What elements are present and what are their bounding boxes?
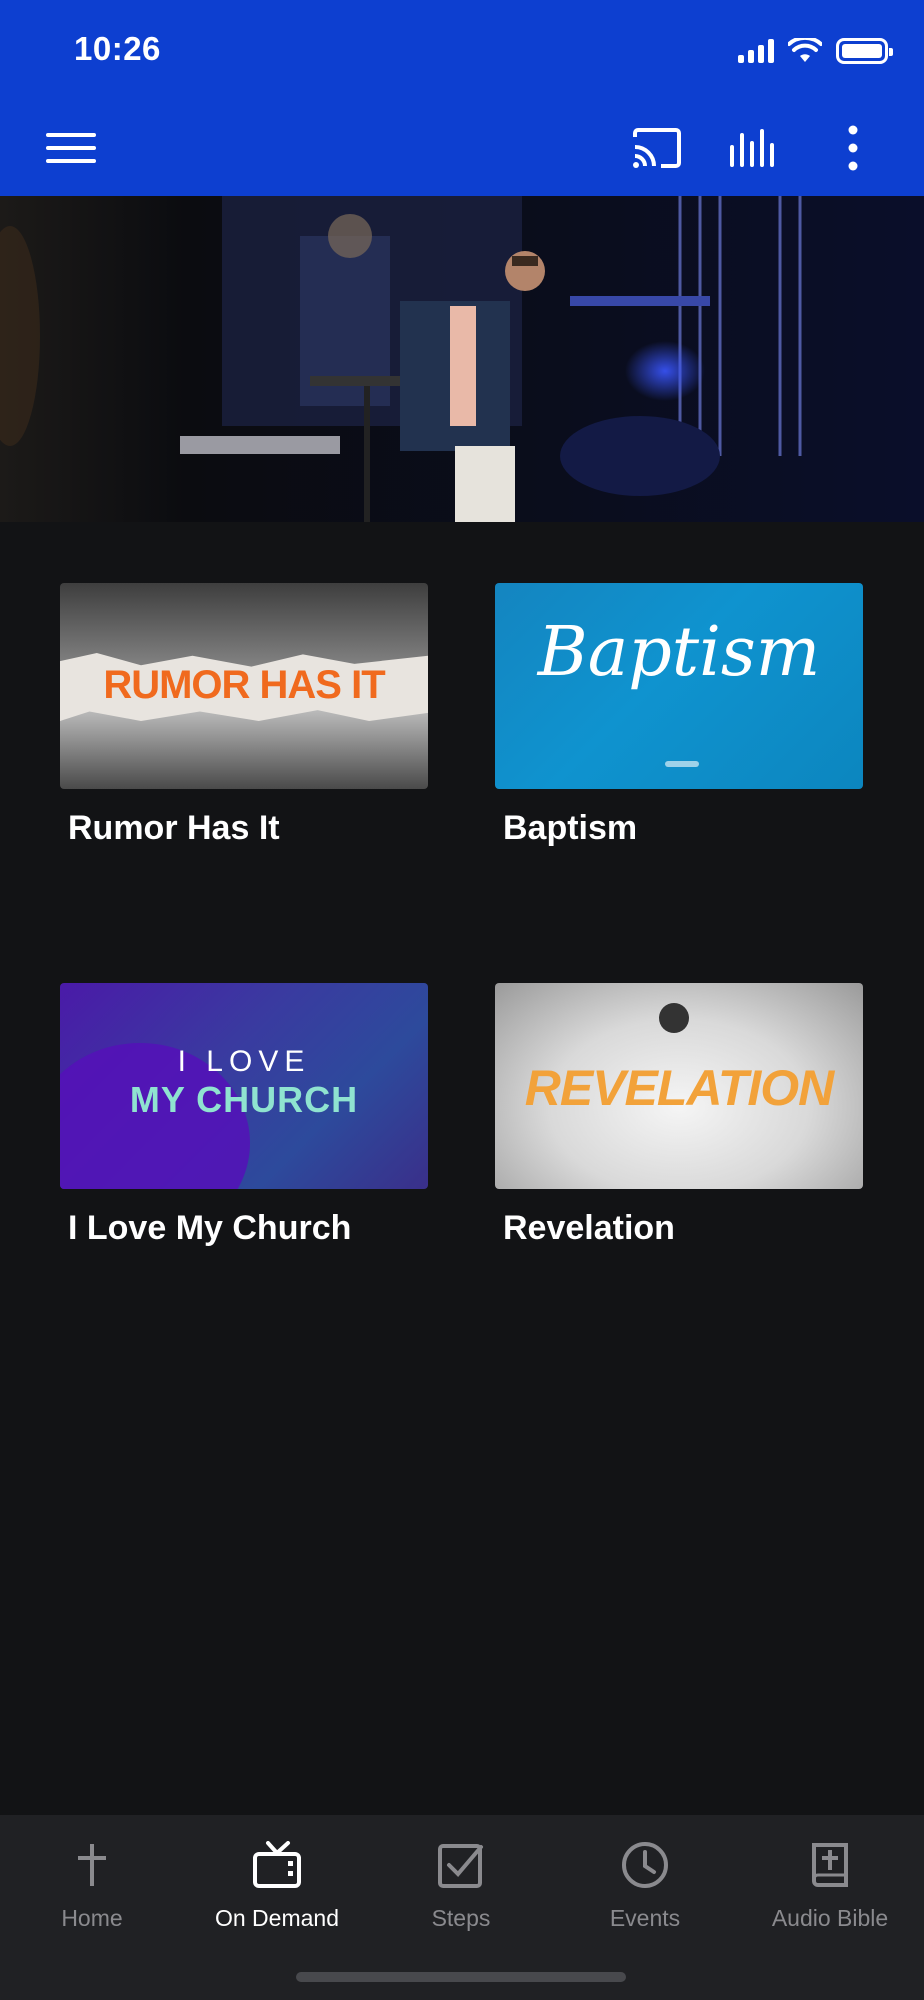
series-thumbnail[interactable]: Baptism [495,583,863,789]
status-icons [738,36,893,66]
signal-icon [738,39,774,63]
clock-icon [617,1837,673,1893]
tab-on-demand[interactable]: On Demand [185,1837,369,1957]
thumbnail-art-text-line2: MY CHURCH [129,1079,359,1120]
more-vertical-icon[interactable] [830,118,876,178]
hero-banner-image [0,196,924,522]
series-title[interactable]: Revelation [503,1209,863,1248]
checkbox-icon [433,1837,489,1893]
tab-label: Events [609,1905,681,1931]
bible-icon [802,1837,858,1893]
cross-icon [64,1837,120,1893]
series-title[interactable]: I Love My Church [68,1209,428,1248]
screen: 10:26 RUMOR HAS IT Rumor Has It Baptism … [0,0,924,2000]
tab-steps[interactable]: Steps [369,1837,553,1957]
tab-home[interactable]: Home [0,1837,184,1957]
series-card-baptism[interactable]: Baptism Baptism [495,583,863,848]
tab-audio-bible[interactable]: Audio Bible [738,1837,922,1957]
series-card-revelation[interactable]: REVELATION Revelation [495,983,863,1248]
cast-icon[interactable] [626,118,688,178]
tab-label: Audio Bible [771,1905,889,1931]
thumbnail-art-text: RUMOR HAS IT [103,663,385,707]
series-thumbnail[interactable]: I LOVE MY CHURCH [60,983,428,1189]
hamburger-menu-icon[interactable] [36,118,106,178]
series-thumbnail[interactable]: RUMOR HAS IT [60,583,428,789]
tab-label: Steps [431,1905,491,1931]
thumbnail-art-text: Baptism [537,613,821,692]
tv-icon [249,1837,305,1893]
series-title[interactable]: Rumor Has It [68,809,428,848]
tab-events[interactable]: Events [553,1837,737,1957]
church-logo-icon [665,761,699,767]
series-card-i-love-my-church[interactable]: I LOVE MY CHURCH I Love My Church [60,983,428,1248]
thumbnail-art-text-line1: I LOVE [177,1045,311,1078]
app-header: 10:26 [0,0,924,196]
tab-label: On Demand [214,1905,339,1931]
series-card-rumor-has-it[interactable]: RUMOR HAS IT Rumor Has It [60,583,428,848]
series-thumbnail[interactable]: REVELATION [495,983,863,1189]
home-indicator[interactable] [296,1972,626,1982]
tab-label: Home [61,1905,123,1931]
series-title[interactable]: Baptism [503,809,863,848]
battery-icon [836,38,893,64]
wifi-icon [788,38,822,62]
audio-bars-icon[interactable] [722,118,786,178]
thumbnail-art-text: REVELATION [524,1060,835,1116]
status-time: 10:26 [74,30,161,67]
